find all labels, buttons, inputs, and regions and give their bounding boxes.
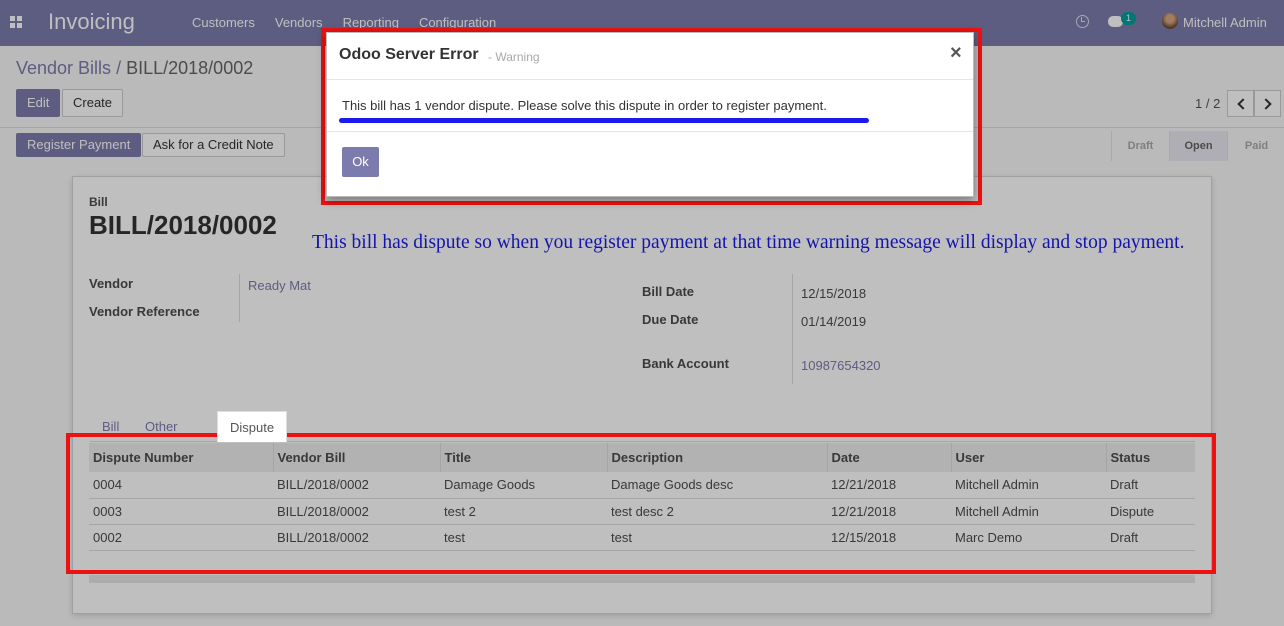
ok-button[interactable]: Ok — [342, 147, 379, 177]
dialog-title: Odoo Server Error — [339, 46, 479, 63]
close-icon[interactable]: × — [950, 43, 962, 63]
server-error-dialog: Odoo Server Error - Warning × This bill … — [326, 32, 974, 197]
annotation-underline — [339, 118, 869, 123]
tab-dispute[interactable]: Dispute — [217, 411, 288, 442]
dialog-footer-divider — [327, 131, 973, 132]
dialog-subtitle: - Warning — [488, 50, 540, 64]
dialog-header-divider — [327, 79, 973, 80]
table-highlight-box — [66, 433, 1216, 574]
dialog-message: This bill has 1 vendor dispute. Please s… — [342, 98, 827, 113]
